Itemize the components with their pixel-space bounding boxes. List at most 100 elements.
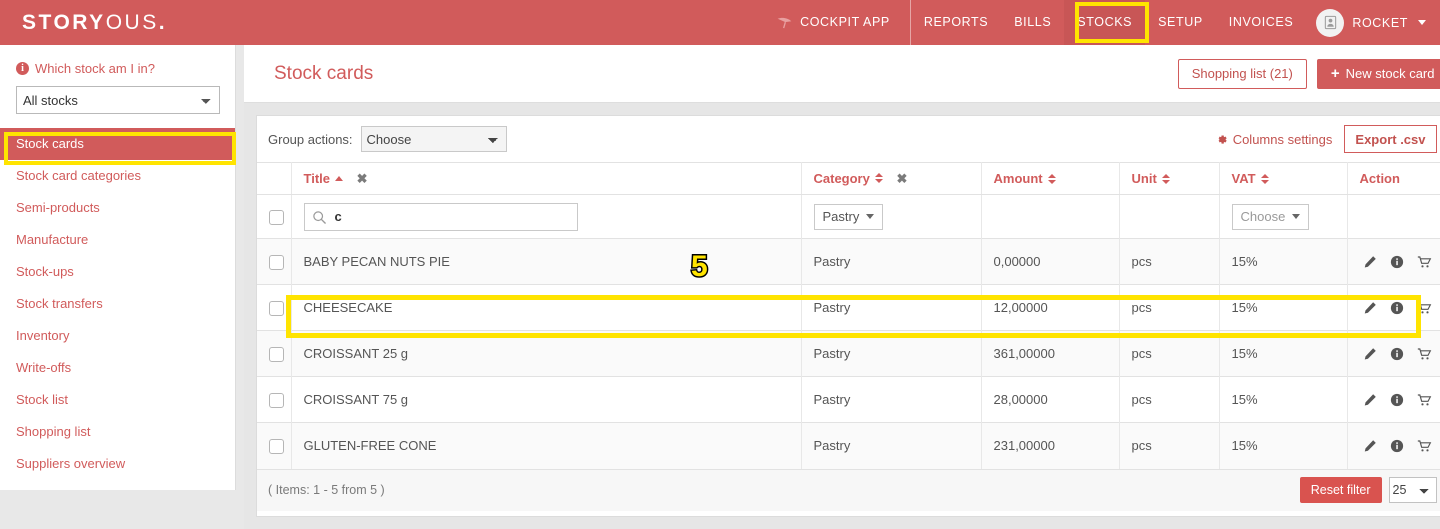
header-vat-sort[interactable]: VAT bbox=[1232, 171, 1269, 186]
table-row[interactable]: CROISSANT 75 g Pastry 28,00000 pcs 15% bbox=[257, 376, 1440, 423]
row-action-group bbox=[1360, 255, 1435, 269]
row-title: CROISSANT 75 g bbox=[291, 376, 802, 423]
header-unit-sort[interactable]: Unit bbox=[1132, 171, 1170, 186]
header-category[interactable]: Category ✖ bbox=[801, 162, 982, 195]
sort-both-icon bbox=[1047, 173, 1056, 184]
row-actions bbox=[1347, 284, 1440, 331]
per-page-select[interactable]: 25 bbox=[1388, 477, 1437, 503]
row-unit: pcs bbox=[1119, 284, 1220, 331]
stock-select[interactable]: All stocks bbox=[16, 86, 220, 114]
sidebar-item-stock-transfers[interactable]: Stock transfers bbox=[0, 288, 235, 320]
title-search-box[interactable] bbox=[303, 202, 578, 231]
shopping-cart-icon[interactable] bbox=[1417, 255, 1432, 269]
table-body: Pastry Choose bbox=[257, 194, 1440, 469]
shopping-cart-icon[interactable] bbox=[1417, 393, 1432, 407]
row-select-cell bbox=[257, 422, 292, 469]
info-icon[interactable] bbox=[1390, 347, 1404, 361]
user-menu[interactable]: ROCKET bbox=[1306, 8, 1426, 37]
row-action-group bbox=[1360, 393, 1435, 407]
nav-cockpit-app[interactable]: COCKPIT APP bbox=[763, 0, 906, 45]
edit-pencil-icon[interactable] bbox=[1363, 301, 1377, 315]
header-category-sort[interactable]: Category bbox=[814, 171, 883, 186]
header-title-sort[interactable]: Title bbox=[304, 171, 343, 186]
row-checkbox[interactable] bbox=[269, 254, 284, 270]
info-icon[interactable] bbox=[1390, 393, 1404, 407]
group-actions-select[interactable]: Choose bbox=[360, 126, 507, 152]
header-title[interactable]: Title ✖ bbox=[291, 162, 802, 195]
row-category: Pastry bbox=[801, 284, 982, 331]
row-checkbox[interactable] bbox=[269, 392, 284, 408]
row-category: Pastry bbox=[801, 376, 982, 423]
table-row[interactable]: CROISSANT 25 g Pastry 361,00000 pcs 15% bbox=[257, 330, 1440, 377]
storyous-logo[interactable]: STORYOUS. bbox=[22, 11, 167, 35]
category-filter-dropdown[interactable]: Pastry bbox=[813, 203, 884, 230]
title-search-input[interactable] bbox=[332, 208, 577, 225]
edit-pencil-icon[interactable] bbox=[1363, 255, 1377, 269]
nav-item-reports[interactable]: REPORTS bbox=[909, 0, 1001, 45]
sidebar-item-write-offs[interactable]: Write-offs bbox=[0, 352, 235, 384]
brand-bold: STORY bbox=[22, 10, 106, 34]
info-icon: i bbox=[16, 62, 29, 75]
sidebar-item-inventory[interactable]: Inventory bbox=[0, 320, 235, 352]
header-vat[interactable]: VAT bbox=[1219, 162, 1348, 195]
sidebar-item-shopping-list[interactable]: Shopping list bbox=[0, 416, 235, 448]
table-row[interactable]: CHEESECAKE Pastry 12,00000 pcs 15% bbox=[257, 284, 1440, 331]
table-row[interactable]: GLUTEN-FREE CONE Pastry 231,00000 pcs 15… bbox=[257, 422, 1440, 469]
info-icon[interactable] bbox=[1390, 301, 1404, 315]
shopping-cart-icon[interactable] bbox=[1417, 301, 1432, 315]
sidebar-item-stock-list[interactable]: Stock list bbox=[0, 384, 235, 416]
select-all-checkbox[interactable] bbox=[269, 209, 284, 225]
row-title: BABY PECAN NUTS PIE bbox=[291, 238, 802, 285]
plus-icon: + bbox=[1330, 65, 1340, 82]
nav-item-stocks[interactable]: STOCKS bbox=[1064, 0, 1146, 45]
sidebar-item-manufacture[interactable]: Manufacture bbox=[0, 224, 235, 256]
new-stock-card-button[interactable]: + New stock card bbox=[1316, 58, 1440, 89]
table-row[interactable]: BABY PECAN NUTS PIE Pastry 0,00000 pcs 1… bbox=[257, 238, 1440, 285]
top-navigation-bar: STORYOUS. COCKPIT APP REPORTS BILLS STOC… bbox=[0, 0, 1440, 45]
header-amount[interactable]: Amount bbox=[981, 162, 1120, 195]
row-checkbox[interactable] bbox=[269, 300, 284, 316]
clear-category-filter-icon[interactable]: ✖ bbox=[896, 171, 907, 186]
items-count-label: ( Items: 1 - 5 from 5 ) bbox=[268, 483, 385, 497]
group-actions-label: Group actions: bbox=[268, 131, 353, 147]
shopping-list-button[interactable]: Shopping list (21) bbox=[1177, 58, 1307, 89]
cockpit-icon bbox=[777, 17, 792, 28]
sidebar-item-stock-ups[interactable]: Stock-ups bbox=[0, 256, 235, 288]
export-csv-button[interactable]: Export .csv bbox=[1344, 125, 1437, 153]
clear-title-filter-icon[interactable]: ✖ bbox=[357, 171, 368, 186]
sidebar-item-semi-products[interactable]: Semi-products bbox=[0, 192, 235, 224]
sidebar-menu: Stock cards Stock card categories Semi-p… bbox=[0, 128, 235, 480]
shopping-cart-icon[interactable] bbox=[1417, 347, 1432, 361]
info-icon[interactable] bbox=[1390, 439, 1404, 453]
edit-pencil-icon[interactable] bbox=[1363, 347, 1377, 361]
header-vat-label: VAT bbox=[1231, 171, 1256, 186]
header-amount-sort[interactable]: Amount bbox=[994, 171, 1056, 186]
sidebar-item-stock-cards[interactable]: Stock cards bbox=[0, 128, 235, 160]
edit-pencil-icon[interactable] bbox=[1363, 393, 1377, 407]
row-vat: 15% bbox=[1219, 422, 1348, 469]
shopping-cart-icon[interactable] bbox=[1417, 439, 1432, 453]
filter-vat-cell: Choose bbox=[1219, 194, 1348, 239]
row-vat: 15% bbox=[1219, 238, 1348, 285]
edit-pencil-icon[interactable] bbox=[1363, 439, 1377, 453]
filter-category-cell: Pastry bbox=[801, 194, 982, 239]
vat-filter-dropdown[interactable]: Choose bbox=[1231, 203, 1310, 230]
columns-settings-button[interactable]: Columns settings bbox=[1215, 132, 1332, 147]
row-actions bbox=[1347, 376, 1440, 423]
sidebar-item-suppliers-overview[interactable]: Suppliers overview bbox=[0, 448, 235, 480]
row-actions bbox=[1347, 238, 1440, 285]
row-amount: 231,00000 bbox=[981, 422, 1120, 469]
nav-item-setup[interactable]: SETUP bbox=[1145, 0, 1216, 45]
row-checkbox[interactable] bbox=[269, 346, 284, 362]
table-toolbar-right: Columns settings Export .csv bbox=[1215, 125, 1437, 153]
reset-filter-button[interactable]: Reset filter bbox=[1299, 477, 1382, 503]
header-unit[interactable]: Unit bbox=[1119, 162, 1220, 195]
info-icon[interactable] bbox=[1390, 255, 1404, 269]
row-action-group bbox=[1360, 439, 1435, 453]
sidebar-item-stock-card-categories[interactable]: Stock card categories bbox=[0, 160, 235, 192]
nav-item-invoices[interactable]: INVOICES bbox=[1216, 0, 1307, 45]
row-vat: 15% bbox=[1219, 376, 1348, 423]
sidebar-card: i Which stock am I in? All stocks Stock … bbox=[0, 45, 236, 490]
nav-item-bills[interactable]: BILLS bbox=[1001, 0, 1064, 45]
row-checkbox[interactable] bbox=[269, 438, 284, 454]
